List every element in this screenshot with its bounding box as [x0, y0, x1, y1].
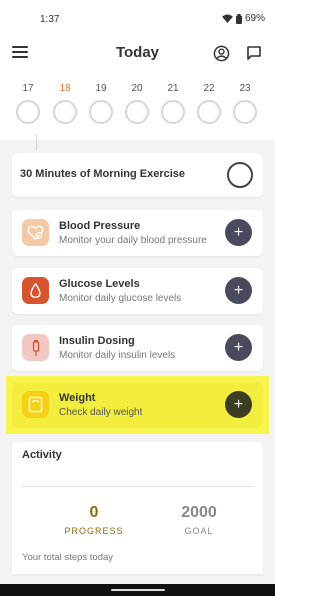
tracker-card-weight[interactable]: Weight Check daily weight + [12, 382, 263, 428]
add-glucose-button[interactable]: + [225, 277, 252, 304]
exercise-title: 30 Minutes of Morning Exercise [20, 168, 186, 180]
tracker-title: Glucose Levels [59, 278, 140, 290]
calendar-day[interactable]: 19 [87, 82, 115, 124]
day-circle[interactable] [161, 100, 185, 124]
day-number: 20 [131, 83, 143, 94]
activity-footer: Your total steps today [22, 552, 114, 563]
progress-label: PROGRESS [64, 526, 124, 536]
day-circle[interactable] [53, 100, 77, 124]
tracker-subtitle: Monitor your daily blood pressure [59, 235, 207, 246]
tracker-title: Insulin Dosing [59, 335, 135, 347]
calendar-day[interactable]: 23 [231, 82, 259, 124]
day-number: 18 [59, 83, 71, 94]
status-right: 69% [222, 13, 265, 24]
divider [22, 486, 253, 487]
exercise-card[interactable]: 30 Minutes of Morning Exercise [12, 153, 263, 197]
screen: 1:37 69% Today 17 18 19 20 21 22 23 30 M… [0, 0, 275, 596]
drop-icon [22, 277, 49, 304]
add-blood-pressure-button[interactable]: + [225, 219, 252, 246]
calendar-day[interactable]: 20 [123, 82, 151, 124]
calendar-day-today[interactable]: 18 [51, 82, 79, 124]
chat-icon[interactable] [246, 45, 262, 61]
tracker-subtitle: Monitor daily glucose levels [59, 293, 182, 304]
progress-stat: 0 PROGRESS [54, 504, 134, 536]
calendar-strip: 17 18 19 20 21 22 23 [14, 82, 264, 130]
day-circle[interactable] [233, 100, 257, 124]
progress-value: 0 [89, 504, 99, 521]
calendar-day[interactable]: 22 [195, 82, 223, 124]
goal-stat: 2000 GOAL [159, 504, 239, 536]
add-weight-button[interactable]: + [225, 391, 252, 418]
calendar-day[interactable]: 17 [14, 82, 42, 124]
calendar-day[interactable]: 21 [159, 82, 187, 124]
activity-title: Activity [22, 449, 62, 461]
exercise-complete-toggle[interactable] [227, 162, 253, 188]
day-number: 17 [22, 83, 34, 94]
goal-value: 2000 [181, 504, 217, 521]
tracker-card-blood-pressure[interactable]: Blood Pressure Monitor your daily blood … [12, 210, 263, 256]
day-circle[interactable] [16, 100, 40, 124]
header: Today [0, 40, 275, 70]
battery-percent: 69% [244, 13, 265, 24]
day-number: 21 [167, 83, 179, 94]
day-circle[interactable] [89, 100, 113, 124]
day-number: 22 [203, 83, 215, 94]
tracker-title: Weight [59, 392, 96, 404]
day-number: 23 [239, 83, 251, 94]
home-gesture-handle[interactable] [111, 589, 165, 591]
tracker-subtitle: Check daily weight [59, 407, 143, 418]
account-icon[interactable] [213, 45, 230, 62]
timeline-line [36, 134, 37, 150]
page-title: Today [115, 44, 160, 61]
status-time: 1:37 [40, 14, 60, 25]
tracker-card-insulin[interactable]: Insulin Dosing Monitor daily insulin lev… [12, 325, 263, 371]
tracker-title: Blood Pressure [59, 220, 141, 232]
status-bar: 1:37 69% [0, 0, 275, 40]
tracker-card-glucose[interactable]: Glucose Levels Monitor daily glucose lev… [12, 268, 263, 314]
goal-label: GOAL [184, 526, 214, 536]
activity-card: Activity 0 PROGRESS 2000 GOAL Your total… [12, 442, 263, 574]
scale-icon [22, 391, 49, 418]
heart-check-icon [22, 219, 49, 246]
day-number: 19 [95, 83, 107, 94]
battery-icon [235, 13, 242, 24]
tracker-subtitle: Monitor daily insulin levels [59, 350, 176, 361]
day-circle[interactable] [197, 100, 221, 124]
wifi-icon [222, 14, 233, 23]
system-nav-bar [0, 584, 275, 596]
syringe-icon [22, 334, 49, 361]
day-circle[interactable] [125, 100, 149, 124]
add-insulin-button[interactable]: + [225, 334, 252, 361]
